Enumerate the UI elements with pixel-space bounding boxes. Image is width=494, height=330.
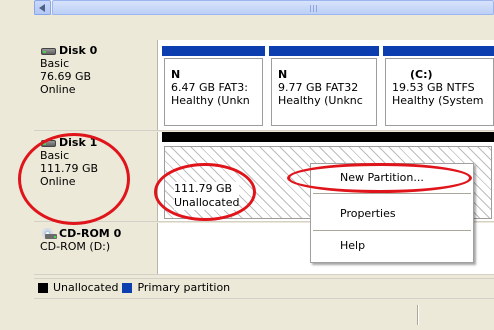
partition-status: Healthy (System [392, 94, 484, 107]
partition-0-0[interactable]: N 6.47 GB FAT3: Healthy (Unkn [162, 46, 265, 128]
partition-letter: N [278, 68, 288, 81]
primary-partition-bar [383, 46, 494, 56]
disk-status: Online [40, 83, 76, 96]
unallocated-bar [162, 132, 494, 142]
disk-size: 76.69 GB [40, 70, 92, 83]
partition-0-1[interactable]: N 9.77 GB FAT32 Healthy (Unknc [269, 46, 379, 128]
cdrom-drive: CD-ROM (D:) [40, 240, 111, 253]
cdrom-0-label[interactable]: CD-ROM 0 CD-ROM (D:) [34, 223, 158, 274]
primary-partition-bar [162, 46, 265, 56]
disk-name: Disk 1 [59, 136, 98, 149]
menu-item-help[interactable]: Help [311, 236, 473, 256]
disk-status: Online [40, 175, 76, 188]
primary-partition-swatch-icon [122, 282, 133, 293]
partition-letter: (C:) [410, 68, 433, 81]
partition-size: 9.77 GB FAT32 [278, 81, 359, 94]
legend-unallocated-label: Unallocated [53, 281, 119, 294]
partition-size: 6.47 GB FAT3: [171, 81, 248, 94]
scrollbar-grip-icon [310, 5, 319, 12]
menu-item-properties[interactable]: Properties [311, 204, 473, 224]
legend-primary: Primary partition [122, 281, 230, 294]
unallocated-swatch-icon [38, 282, 48, 293]
status-bar-separator [417, 305, 419, 325]
hard-disk-icon [40, 46, 57, 56]
legend-primary-label: Primary partition [137, 281, 231, 294]
disk-name: Disk 0 [59, 44, 98, 57]
menu-separator [313, 193, 471, 194]
unallocated-label: Unallocated [174, 196, 240, 209]
status-bar [34, 298, 494, 330]
cdrom-name: CD-ROM 0 [59, 227, 122, 240]
disk-type: Basic [40, 149, 70, 162]
partition-size: 19.53 GB NTFS [392, 81, 475, 94]
context-menu: New Partition... Properties Help [310, 163, 474, 263]
disk-type: Basic [40, 57, 70, 70]
partition-letter: N [171, 68, 181, 81]
legend-unallocated: Unallocated [38, 281, 118, 294]
partition-status: Healthy (Unkn [171, 94, 250, 107]
disk-0-row: Disk 0 Basic 76.69 GB Online N 6.47 GB F… [34, 40, 494, 131]
disk-0-label[interactable]: Disk 0 Basic 76.69 GB Online [34, 40, 158, 130]
menu-item-new-partition[interactable]: New Partition... [311, 168, 473, 188]
scrollbar-thumb[interactable] [52, 0, 494, 15]
scroll-left-arrow-icon[interactable] [34, 0, 51, 15]
disk-1-label[interactable]: Disk 1 Basic 111.79 GB Online [34, 132, 158, 221]
hard-disk-icon [40, 138, 57, 148]
partition-status: Healthy (Unknc [278, 94, 363, 107]
legend: Unallocated Primary partition [34, 278, 494, 296]
unallocated-size: 111.79 GB [174, 182, 233, 195]
partition-0-2[interactable]: (C:) 19.53 GB NTFS Healthy (System [383, 46, 494, 128]
menu-separator [313, 230, 471, 231]
horizontal-scrollbar[interactable] [34, 0, 494, 15]
disk-size: 111.79 GB [40, 162, 99, 175]
cd-drive-icon [40, 227, 57, 240]
primary-partition-bar [269, 46, 379, 56]
